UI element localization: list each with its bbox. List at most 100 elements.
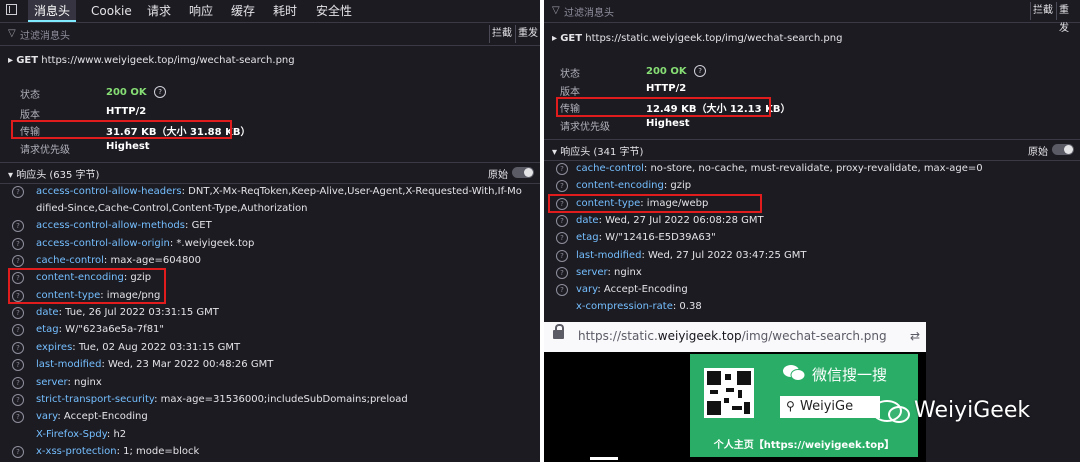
header-value: Wed, 27 Jul 2022 03:47:25 GMT [648,249,807,261]
request-line[interactable]: ▸ GET https://static.weiyigeek.top/img/w… [552,33,842,44]
header-value: nginx [74,376,102,388]
header-name: etag [36,324,59,336]
help-icon[interactable]: ? [556,266,568,279]
header-entry: x-xss-protection: 1; mode=block [36,445,200,457]
expand-arrow-icon[interactable]: ▸ [8,55,13,66]
header-entry: last-modified: Wed, 27 Jul 2022 03:47:25… [576,249,807,261]
help-icon[interactable]: ? [12,324,24,337]
response-headers-section[interactable]: ▾ 响应头 (341 字节) 原始 [544,139,1080,161]
help-icon[interactable]: ? [556,249,568,262]
help-icon[interactable]: ? [12,255,24,268]
tab-security[interactable]: 安全性 [316,0,352,22]
header-name: etag [576,232,599,244]
help-icon[interactable]: ? [556,284,568,297]
header-entry: strict-transport-security: max-age=31536… [36,393,408,405]
help-icon[interactable]: ? [12,307,24,320]
header-name: last-modified [36,359,102,371]
header-value: gzip [670,180,692,192]
header-name: access-control-allow-origin [36,237,170,249]
resend-button[interactable]: 重发 [1056,2,1080,34]
lock-icon[interactable] [553,324,564,339]
address-url[interactable]: https://static.weiyigeek.top/img/wechat-… [578,329,887,343]
tab-response[interactable]: 响应 [189,0,213,22]
help-icon[interactable]: ? [556,180,568,193]
highlight-content-type-right [548,194,762,213]
tab-headers[interactable]: 消息头 [28,0,77,22]
header-value: 1; mode=block [123,445,200,457]
help-icon[interactable]: ? [12,186,24,198]
help-icon[interactable]: ? [556,232,568,245]
response-headers-section[interactable]: ▾ 响应头 (635 字节) 原始 [0,162,540,184]
watermark: WeiyiGeek [872,394,1044,428]
header-value: max-age=31536000;includeSubDomains;prelo… [160,393,408,405]
status-label: 状态 [20,90,40,101]
header-value: GET [191,220,212,232]
search-icon: ⚲ [786,399,795,413]
raw-toggle[interactable] [1052,144,1074,155]
help-icon[interactable]: ? [12,411,24,424]
header-value: max-age=604800 [110,255,202,267]
tab-cookie[interactable]: Cookie [91,0,132,22]
header-name: cache-control [36,255,104,267]
resend-button[interactable]: 重发 [515,25,540,43]
filter-headers-input[interactable]: 过滤消息头 [564,4,614,19]
wechat-logo-icon [783,365,806,381]
tab-request[interactable]: 请求 [147,0,171,22]
highlight-encoding-type-left [8,268,166,304]
filter-bar: ▽ 过滤消息头 拦截 重发 [0,23,540,46]
request-url: https://www.weiyigeek.top/img/wechat-sea… [41,55,295,66]
scrollbar-thumb[interactable] [590,457,618,460]
header-value: Accept-Encoding [63,411,148,423]
help-icon[interactable]: ? [154,86,167,98]
header-name: cache-control [576,163,644,174]
header-entry: access-control-allow-origin: *.weiyigeek… [36,237,255,249]
translate-icon[interactable]: ⇄ [910,329,920,343]
header-entry: etag: W/"12416-E5D39A63" [576,232,716,244]
help-icon[interactable]: ? [12,393,24,406]
status-code: 200 [106,87,127,98]
dock-panel-icon[interactable] [6,4,17,15]
help-icon[interactable]: ? [12,341,24,354]
filter-headers-input[interactable]: 过滤消息头 [20,27,70,42]
raw-toggle[interactable] [512,167,534,178]
help-icon[interactable]: ? [12,220,24,233]
tab-cache[interactable]: 缓存 [231,0,255,22]
header-entry: etag: W/"623a6e5a-7f81" [36,324,165,336]
header-entry: access-control-allow-methods: GET [36,220,212,232]
header-name: content-encoding [576,180,664,192]
status-value: 200 OK ? [106,86,167,98]
header-value: Wed, 23 Mar 2022 00:48:26 GMT [108,359,274,371]
header-entry: expires: Tue, 02 Aug 2022 03:31:15 GMT [36,341,241,353]
header-entry: access-control-allow-headers: DNT,X-Mx-R… [36,186,522,197]
request-url: https://static.weiyigeek.top/img/wechat-… [585,33,843,44]
help-icon[interactable]: ? [556,163,568,175]
status-label: 状态 [560,69,580,80]
header-entry: x-compression-rate: 0.38 [576,301,702,313]
header-value: h2 [113,428,127,440]
help-icon[interactable]: ? [556,214,568,227]
help-icon[interactable]: ? [12,359,24,372]
header-value: Wed, 27 Jul 2022 06:08:28 GMT [605,214,764,226]
tab-timings[interactable]: 耗时 [273,0,297,22]
header-entry: X-Firefox-Spdy: h2 [36,428,127,440]
banner-title: 微信搜一搜 [812,366,888,384]
address-bar[interactable]: https://static.weiyigeek.top/img/wechat-… [544,322,926,353]
header-value-continued: dified-Since,Cache-Control,Content-Type,… [36,203,308,214]
header-value: W/"623a6e5a-7f81" [65,324,165,336]
help-icon[interactable]: ? [12,237,24,250]
expand-arrow-icon[interactable]: ▸ [552,33,557,44]
header-entry: cache-control: max-age=604800 [36,255,202,267]
header-value: *.weiyigeek.top [176,237,255,249]
header-name: date [576,214,599,226]
block-button[interactable]: 拦截 [1030,2,1055,20]
help-icon[interactable]: ? [694,65,707,77]
block-button[interactable]: 拦截 [489,25,514,43]
header-entry: server: nginx [576,266,642,278]
help-icon[interactable]: ? [12,376,24,389]
request-method: GET [16,55,39,66]
request-line[interactable]: ▸ GET https://www.weiyigeek.top/img/wech… [8,55,295,66]
help-icon[interactable]: ? [12,445,24,458]
filter-icon: ▽ [8,28,16,39]
header-name: date [36,307,59,319]
header-name: strict-transport-security [36,393,155,405]
